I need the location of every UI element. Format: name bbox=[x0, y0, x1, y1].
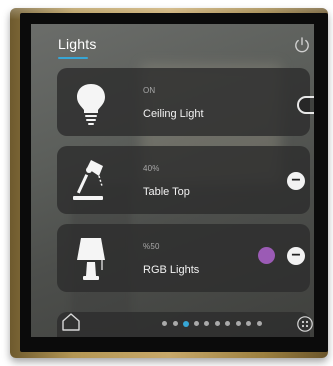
page-dot[interactable] bbox=[162, 321, 167, 326]
power-icon[interactable] bbox=[293, 36, 311, 54]
grid-icon[interactable] bbox=[297, 316, 313, 332]
page-dot[interactable] bbox=[214, 321, 220, 326]
brightness-value: 40% bbox=[143, 164, 160, 173]
page-dot-active[interactable] bbox=[183, 320, 189, 327]
page-dot[interactable] bbox=[256, 321, 262, 326]
page-title: Lights bbox=[58, 36, 97, 52]
brightness-value: %50 bbox=[143, 242, 160, 251]
active-tab-indicator bbox=[58, 57, 88, 59]
page-dot[interactable] bbox=[204, 321, 209, 326]
device-status: ON bbox=[143, 86, 156, 95]
decrease-button[interactable]: − bbox=[287, 172, 305, 190]
device-name: RGB Lights bbox=[143, 264, 200, 276]
device-card-ceiling-light[interactable]: ON Ceiling Light bbox=[57, 68, 314, 136]
device-card-table-top[interactable]: 40% Table Top − + bbox=[57, 146, 310, 214]
device-name: Ceiling Light bbox=[143, 108, 204, 120]
bulb-icon bbox=[77, 84, 105, 125]
page-dot[interactable] bbox=[193, 321, 199, 326]
page-dot[interactable] bbox=[246, 321, 251, 326]
table-lamp-icon bbox=[77, 238, 105, 280]
desk-lamp-icon bbox=[73, 160, 103, 200]
home-icon[interactable] bbox=[61, 312, 81, 332]
power-toggle[interactable] bbox=[297, 96, 314, 114]
decrease-button[interactable]: − bbox=[287, 247, 305, 265]
page-dot[interactable] bbox=[235, 321, 241, 326]
device-card-rgb-lights[interactable]: %50 RGB Lights − + bbox=[57, 224, 310, 292]
page-dot[interactable] bbox=[225, 321, 230, 326]
color-picker-swatch[interactable] bbox=[258, 247, 275, 264]
device-name: Table Top bbox=[143, 186, 190, 198]
touch-screen: Lights ON Ceiling Light 40% Table Top − … bbox=[31, 24, 314, 337]
top-bar: Lights bbox=[31, 24, 314, 64]
page-dot[interactable] bbox=[172, 321, 178, 326]
